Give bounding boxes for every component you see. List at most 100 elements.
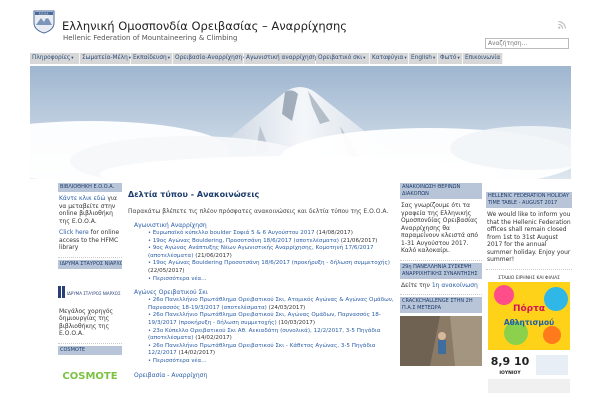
divider bbox=[486, 268, 572, 270]
cosmote-logo[interactable]: COSMOTE bbox=[58, 358, 122, 389]
divider bbox=[58, 256, 122, 258]
svg-text:ΙΟΥΝΙΟΥ: ΙΟΥΝΙΟΥ bbox=[499, 370, 521, 376]
section-title-mountaineering[interactable]: Ορειβασία - Αναρρίχηση bbox=[134, 372, 396, 380]
news-date: (10/03/2017) bbox=[278, 319, 316, 326]
news-date: (24/03/2017) bbox=[268, 304, 306, 311]
niarchos-foundation-logo[interactable]: ΙΔΡΥΜΑ ΣΤΑΥΡΟΣ ΝΙΑΡΧΟΣ bbox=[58, 285, 122, 299]
nav-item-competitive-climbing[interactable]: Αγωνιστική αναρρίχηση▾ bbox=[244, 53, 319, 64]
nav-item-clubs[interactable]: Σωματεία-Μέλη ▾ bbox=[80, 53, 131, 64]
meeting-text: Δείτε την 1η ανακοίνωση bbox=[400, 279, 482, 293]
nav-item-contact[interactable]: Επικοινωνία bbox=[463, 53, 503, 64]
site-subtitle: Hellenic Federation of Mountaineering & … bbox=[63, 34, 238, 42]
section-title-competitive-climbing[interactable]: Αγωνιστική Αναρρίχηση bbox=[134, 222, 396, 230]
more-news-link[interactable]: • Περισσότερα νέα... bbox=[148, 358, 396, 366]
chevron-down-icon: ▾ bbox=[363, 56, 366, 61]
bullet-icon: • bbox=[148, 237, 151, 244]
library-widget-text: Κάντε κλικ εδώ για να μεταβείτε στην onl… bbox=[58, 192, 122, 255]
svg-text:8,9 10: 8,9 10 bbox=[491, 355, 530, 368]
list-item[interactable]: • Ευρωπαϊκό κύπελλο boulder Σοφιά 5 & 6 … bbox=[148, 230, 396, 238]
nav-item-education[interactable]: Εκπαίδευση ▾ bbox=[131, 53, 173, 64]
nav-item-info[interactable]: Πληροφορίες ▾ bbox=[30, 53, 80, 64]
cosmote-widget-title: COSMOTE bbox=[58, 345, 122, 355]
nav-label: Ορειβασία-Αναρρίχηση bbox=[175, 55, 243, 61]
news-date: (14/02/2017) bbox=[178, 350, 216, 357]
bullet-icon: • bbox=[148, 342, 151, 349]
list-item[interactable]: • 26ο Πανελλήνιο Πρωτάθλημα Ορειβατικού … bbox=[148, 312, 396, 327]
bullet-icon: • bbox=[148, 230, 151, 236]
foundation-text: Μεγάλος χορηγός δημιουργίας της βιβλιοθή… bbox=[59, 307, 114, 338]
federation-logo[interactable]: E.O.O.A. bbox=[33, 10, 55, 34]
right-sidebar-2: HELLENIC FEDERATION HOLIDAY TIME TABLE -… bbox=[486, 183, 572, 395]
nav-label: Σωματεία-Μέλη bbox=[82, 55, 128, 61]
mountain-banner bbox=[30, 66, 571, 179]
chevron-down-icon: ▾ bbox=[71, 56, 74, 61]
library-en-link[interactable]: Click here bbox=[59, 229, 89, 236]
event-poster[interactable]: ΣΤΑΔΙΟ ΕΙΡΗΝΗΣ ΚΑΙ ΦΙΛΙΑΣ Πόρτα Αθλητισμ… bbox=[486, 272, 572, 395]
news-link[interactable]: 23ο Κύπελλο Ορειβατικού Σκι Αθ. Αεκιαδάτ… bbox=[148, 328, 380, 342]
news-link[interactable]: 19ος Αγώνας Bouldering, Προσοτσάνη 18/6/… bbox=[153, 238, 339, 244]
right-sidebar-1: ΑΝΑΚΟΙΝΩΣΗ ΘΕΡΙΝΩΝ ΔΙΑΚΟΠΩΝ Σας γνωρίζου… bbox=[400, 183, 482, 366]
svg-text:Αθλητισμού: Αθλητισμού bbox=[504, 318, 554, 327]
news-link[interactable]: 26ο Πανελλήνιο Πρωτάθλημα Ορειβατικού Σκ… bbox=[148, 312, 381, 326]
more-link-label: Περισσότερα νέα... bbox=[152, 357, 207, 364]
svg-text:ΣΤΑΔΙΟ ΕΙΡΗΝΗΣ ΚΑΙ ΦΙΛΙΑΣ: ΣΤΑΔΙΟ ΕΙΡΗΝΗΣ ΚΑΙ ΦΙΛΙΑΣ bbox=[498, 275, 560, 281]
list-item[interactable]: • 19ος Αγώνας Bouldering Προσοτσάνη 18/6… bbox=[148, 260, 396, 275]
news-list: • 26ο Πανελλήνιο Πρωτάθλημα Ορειβατικού … bbox=[148, 297, 396, 365]
news-link[interactable]: 19ος Αγώνας Bouldering Προσοτσάνη 18/6/2… bbox=[153, 260, 390, 266]
news-date: (21/06/2017) bbox=[195, 252, 232, 259]
rss-icon[interactable] bbox=[558, 21, 566, 29]
news-date: (14/08/2017) bbox=[316, 230, 353, 236]
more-news-link[interactable]: • Περισσότερα νέα... bbox=[148, 276, 396, 284]
site-header: E.O.O.A. Ελληνική Ομοσπονδία Ορειβασίας … bbox=[0, 0, 600, 52]
nav-label: Εκπαίδευση bbox=[133, 55, 167, 61]
search-input[interactable] bbox=[485, 38, 569, 49]
bullet-icon: • bbox=[148, 275, 151, 282]
bullet-icon: • bbox=[148, 357, 151, 364]
list-item[interactable]: • 9ος Αγώνας Ανάπτυξης Νέων Αγωνιστικής … bbox=[148, 245, 396, 260]
holiday-text: Σας γνωρίζουμε ότι τα γραφεία της Ελληνι… bbox=[401, 202, 479, 254]
foundation-widget-title: ΙΔΡΥΜΑ ΣΤΑΥΡΟΣ ΝΙΑΡΧΟΣ bbox=[58, 259, 122, 269]
nav-label: Πληροφορίες bbox=[32, 55, 71, 61]
svg-text:Πόρτα: Πόρτα bbox=[513, 303, 545, 314]
nav-label: Αγωνιστική αναρρίχηση bbox=[246, 55, 317, 61]
nav-item-refuges[interactable]: Καταφύγια ▾ bbox=[370, 53, 409, 64]
hfmc-holiday-text: We would like to inform you that the Hel… bbox=[487, 211, 571, 263]
nav-label: Ορειβατικό σκι bbox=[318, 55, 363, 61]
bullet-icon: • bbox=[148, 297, 151, 304]
svg-text:E.O.O.A.: E.O.O.A. bbox=[39, 12, 49, 15]
nav-label: English bbox=[411, 55, 432, 61]
divider bbox=[400, 259, 482, 261]
svg-text:COSMOTE: COSMOTE bbox=[62, 371, 117, 382]
bullet-icon: • bbox=[148, 327, 151, 334]
library-widget-title: ΒΙΒΛΙΟΘΗΚΗ Ε.Ο.Ο.Α. bbox=[58, 183, 122, 192]
chevron-down-icon: ▾ bbox=[167, 56, 170, 61]
nav-item-photo[interactable]: Φωτό ▾ bbox=[438, 53, 463, 64]
news-list: • Ευρωπαϊκό κύπελλο boulder Σοφιά 5 & 6 … bbox=[148, 230, 396, 283]
meeting-widget-title: 29η ΠΑΝΕΛΛΗΝΙΑ ΣΥΣΚΕΨΗ ΑΝΑΡΡΙΧΗΤΙΚΗΣ ΣΥΝ… bbox=[400, 262, 482, 279]
nav-label: Καταφύγια bbox=[372, 55, 404, 61]
chevron-down-icon: ▾ bbox=[432, 56, 436, 61]
main-content: Δελτία τύπου - Ανακοινώσεις Παρακάτω βλέ… bbox=[128, 183, 396, 380]
nav-item-ski[interactable]: Ορειβατικό σκι ▾ bbox=[316, 53, 370, 64]
news-date: (21/06/2017) bbox=[340, 237, 378, 244]
library-gr-link[interactable]: Κάντε κλικ εδώ bbox=[59, 195, 106, 202]
chevron-down-icon: ▾ bbox=[404, 56, 407, 61]
news-date: (22/05/2017) bbox=[148, 267, 185, 274]
climbing-photo[interactable] bbox=[400, 316, 482, 366]
page-title: Δελτία τύπου - Ανακοινώσεις bbox=[128, 190, 260, 199]
crack-widget-title: CRACKCHALLENGE ΣΤΗΝ 2Η Π.Α.Σ ΜΕΤΕΩΡΑ bbox=[400, 297, 482, 313]
site-title[interactable]: Ελληνική Ομοσπονδία Ορειβασίας – Αναρρίχ… bbox=[62, 20, 347, 33]
holiday-widget-title: ΑΝΑΚΟΙΝΩΣΗ ΘΕΡΙΝΩΝ ΔΙΑΚΟΠΩΝ bbox=[400, 183, 482, 199]
chevron-down-icon: ▾ bbox=[457, 56, 460, 61]
news-link[interactable]: Ευρωπαϊκό κύπελλο boulder Σοφιά 5 & 6 Αυ… bbox=[153, 230, 315, 236]
list-item[interactable]: • 26ο Πανελλήνιο Πρωτάθλημα Ορειβατικού … bbox=[148, 297, 396, 312]
nav-label: Φωτό bbox=[440, 55, 457, 61]
nav-item-english[interactable]: English ▾ bbox=[409, 53, 438, 64]
meeting-announcement-link[interactable]: 1η ανακοίνωση bbox=[432, 282, 478, 289]
section-title-ski[interactable]: Αγώνες Ορειβατικού Σκι bbox=[134, 289, 396, 297]
nav-item-mountaineering[interactable]: Ορειβασία-Αναρρίχηση▾ bbox=[173, 53, 245, 64]
svg-text:ΙΔΡΥΜΑ ΣΤΑΥΡΟΣ ΝΙΑΡΧΟΣ: ΙΔΡΥΜΑ ΣΤΑΥΡΟΣ ΝΙΑΡΧΟΣ bbox=[67, 291, 121, 296]
list-item[interactable]: • 26ο Πανελλήνιο Πρωτάθλημα Ορειβατικού … bbox=[148, 343, 396, 358]
news-link[interactable]: 9ος Αγώνας Ανάπτυξης Νέων Αγωνιστικής Αν… bbox=[148, 245, 374, 259]
list-item[interactable]: • 23ο Κύπελλο Ορειβατικού Σκι Αθ. Αεκιαδ… bbox=[148, 328, 396, 343]
